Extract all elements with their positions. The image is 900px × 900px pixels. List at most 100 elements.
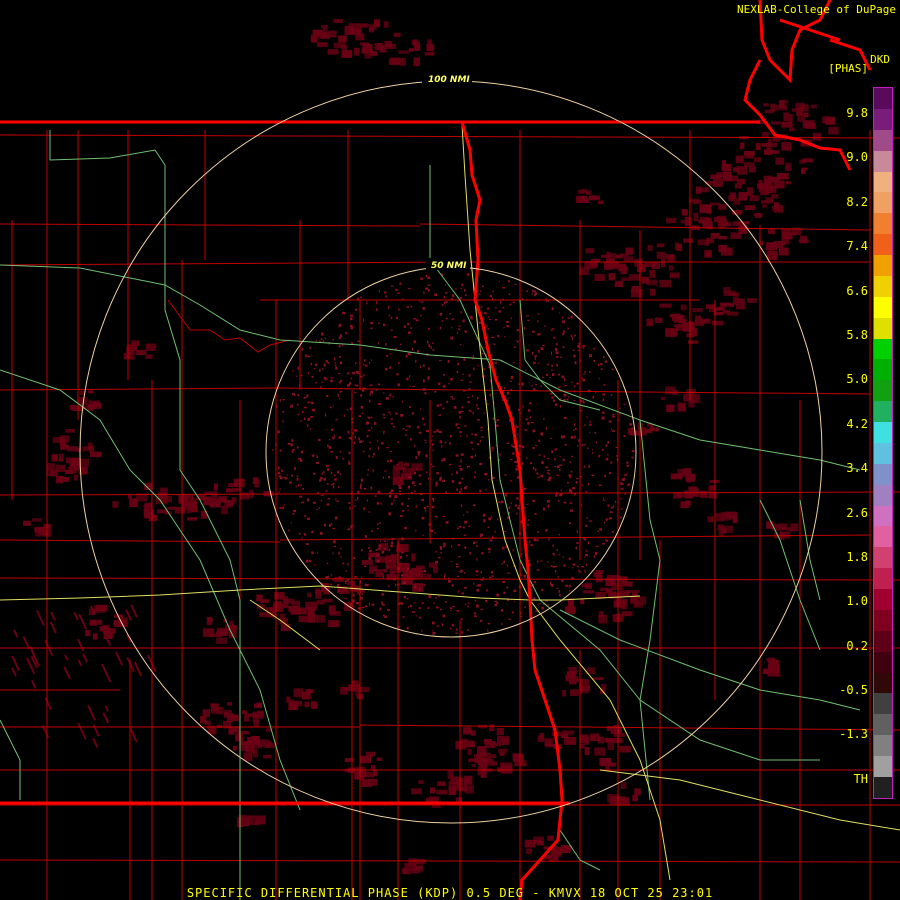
speckle-dot bbox=[514, 600, 516, 602]
speckle-dot bbox=[382, 604, 385, 606]
scale-swatch bbox=[874, 735, 892, 756]
county-line bbox=[0, 387, 281, 391]
speckle-dot bbox=[391, 540, 393, 543]
echo-cell bbox=[52, 437, 65, 443]
echo-cell bbox=[187, 517, 197, 521]
speckle-dot bbox=[427, 607, 430, 609]
speckle-dot bbox=[439, 440, 443, 444]
scale-tick-label: 7.4 bbox=[846, 239, 868, 253]
speckle-dot bbox=[327, 444, 329, 447]
speckle-dot bbox=[279, 449, 282, 452]
streak bbox=[77, 722, 87, 740]
speckle-dot bbox=[334, 357, 336, 361]
speckle-dot bbox=[300, 420, 302, 422]
speckle-dot bbox=[356, 602, 359, 605]
echo-cell bbox=[55, 464, 66, 472]
speckle-dot bbox=[530, 385, 533, 387]
speckle-dot bbox=[520, 553, 523, 555]
speckle-dot bbox=[347, 384, 350, 387]
speckle-dot bbox=[538, 350, 540, 353]
speckle-dot bbox=[337, 470, 340, 474]
speckle-dot bbox=[455, 563, 459, 565]
speckle-dot bbox=[404, 429, 408, 431]
speckle-dot bbox=[403, 595, 406, 599]
speckle-dot bbox=[472, 395, 474, 397]
speckle-dot bbox=[557, 373, 561, 376]
echo-cell bbox=[365, 751, 376, 757]
echo-cell bbox=[780, 527, 787, 531]
speckle-dot bbox=[383, 431, 385, 435]
speckle-dot bbox=[583, 373, 585, 375]
echo-cell bbox=[412, 569, 423, 579]
speckle-dot bbox=[399, 601, 401, 604]
speckle-dot bbox=[562, 346, 565, 349]
speckle-dot bbox=[543, 418, 545, 420]
speckle-dot bbox=[413, 340, 416, 344]
echo-cell bbox=[467, 748, 472, 755]
speckle-dot bbox=[363, 488, 367, 490]
speckle-dot bbox=[631, 450, 635, 453]
echo-cell bbox=[293, 688, 303, 698]
speckle-dot bbox=[589, 371, 591, 373]
speckle-dot bbox=[337, 393, 339, 397]
speckle-dot bbox=[502, 307, 505, 309]
echo-cell bbox=[771, 194, 779, 199]
echo-cell bbox=[216, 637, 228, 644]
echo-cell bbox=[767, 670, 779, 677]
echo-cell bbox=[383, 21, 389, 28]
speckle-dot bbox=[432, 621, 435, 625]
speckle-dot bbox=[530, 544, 533, 546]
speckle-dot bbox=[323, 363, 326, 367]
echo-cell bbox=[666, 217, 677, 224]
speckle-dot bbox=[290, 443, 293, 447]
scale-swatch bbox=[874, 776, 892, 798]
speckle-dot bbox=[301, 501, 305, 504]
speckle-dot bbox=[304, 417, 306, 420]
echo-cell bbox=[772, 206, 777, 211]
echo-cell bbox=[669, 314, 681, 318]
scale-tick-label: 1.8 bbox=[846, 550, 868, 564]
speckle-dot bbox=[338, 323, 342, 327]
speckle-dot bbox=[498, 310, 502, 313]
speckle-dot bbox=[292, 370, 294, 372]
speckle-dot bbox=[556, 356, 559, 358]
speckle-dot bbox=[581, 566, 584, 568]
speckle-dot bbox=[451, 327, 453, 329]
speckle-dot bbox=[329, 524, 331, 527]
speckle-dot bbox=[548, 473, 550, 476]
speckle-dot bbox=[436, 625, 440, 627]
speckle-dot bbox=[326, 503, 330, 506]
echo-cell bbox=[594, 273, 605, 281]
scale-swatch bbox=[874, 275, 892, 297]
echo-cell bbox=[380, 543, 389, 551]
echo-cell bbox=[93, 633, 98, 640]
echo-cell bbox=[460, 778, 471, 782]
echo-cell bbox=[539, 732, 544, 739]
speckle-dot bbox=[611, 531, 614, 533]
speckle-dot bbox=[354, 308, 358, 311]
speckle-dot bbox=[311, 375, 314, 378]
speckle-dot bbox=[584, 424, 586, 427]
echo-cell bbox=[677, 402, 686, 412]
speckle-dot bbox=[311, 454, 315, 457]
speckle-dot bbox=[443, 374, 445, 376]
speckle-dot bbox=[320, 494, 324, 496]
echo-cell bbox=[634, 258, 643, 267]
speckle-dot bbox=[381, 550, 385, 554]
echo-cell bbox=[747, 298, 757, 303]
speckle-dot bbox=[300, 450, 303, 454]
streak bbox=[92, 724, 100, 737]
echo-cell bbox=[620, 782, 627, 789]
echo-cell bbox=[781, 122, 793, 128]
speckle-dot bbox=[390, 329, 393, 331]
echo-cell bbox=[785, 162, 792, 171]
speckle-dot bbox=[366, 474, 369, 476]
speckle-dot bbox=[409, 375, 411, 378]
echo-cell bbox=[749, 195, 759, 202]
echo-cell bbox=[258, 739, 265, 747]
speckle-dot bbox=[631, 456, 634, 459]
echo-cell bbox=[225, 488, 232, 493]
speckle-dot bbox=[581, 377, 583, 379]
speckle-dot bbox=[321, 368, 324, 370]
speckle-dot bbox=[350, 327, 353, 330]
